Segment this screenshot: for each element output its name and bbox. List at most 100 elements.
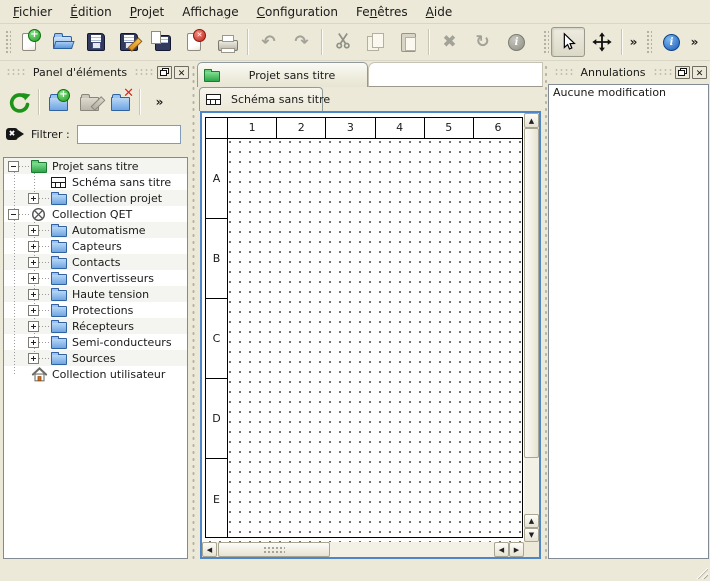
- tree-item-collection-qet[interactable]: Collection QET: [4, 206, 187, 222]
- save-button[interactable]: [79, 27, 112, 57]
- reload-collection-button[interactable]: [4, 87, 35, 118]
- rotate-button[interactable]: ↻: [466, 27, 499, 57]
- vertical-scrollbar[interactable]: ▲ ▲ ▼: [524, 113, 539, 542]
- edit-category-button[interactable]: [74, 87, 105, 118]
- save-all-button[interactable]: [145, 27, 178, 57]
- tree-item-contacts[interactable]: Contacts: [4, 254, 187, 270]
- diagram-canvas[interactable]: 123456 ABCDE: [202, 113, 524, 542]
- save-as-button[interactable]: [112, 27, 145, 57]
- delete-button[interactable]: ✖: [433, 27, 466, 57]
- scroll-left-button-2[interactable]: ◀: [494, 542, 509, 557]
- redo-button[interactable]: ↷: [285, 27, 318, 57]
- menu-edition[interactable]: Édition: [61, 2, 121, 22]
- menu-configuration[interactable]: Configuration: [248, 2, 347, 22]
- expand-expander-icon[interactable]: [28, 289, 39, 300]
- cut-button[interactable]: [326, 27, 359, 57]
- about-qet-button[interactable]: [654, 27, 687, 57]
- dock-float-button[interactable]: [157, 66, 172, 79]
- tree-item-sources[interactable]: Sources: [4, 350, 187, 366]
- expand-expander-icon[interactable]: [28, 321, 39, 332]
- copy-icon: [364, 31, 387, 53]
- dock-close-button[interactable]: [692, 66, 707, 79]
- horizontal-scrollbar[interactable]: ◀ ◀ ▶: [202, 542, 524, 557]
- expand-expander-icon[interactable]: [28, 353, 39, 364]
- status-bar: [0, 561, 710, 581]
- expand-expander-icon[interactable]: [28, 337, 39, 348]
- horizontal-scrollbar-thumb[interactable]: [218, 542, 330, 557]
- new-category-button[interactable]: [43, 87, 74, 118]
- element-info-icon: [504, 31, 527, 53]
- toolbar-extension-button[interactable]: »: [687, 28, 702, 56]
- tree-item-recepteurs[interactable]: Récepteurs: [4, 318, 187, 334]
- vertical-scrollbar-thumb[interactable]: [524, 128, 539, 458]
- paste-button[interactable]: [392, 27, 425, 57]
- undo-button[interactable]: ↶: [252, 27, 285, 57]
- toolbar-drag-handle[interactable]: [645, 29, 652, 55]
- tree-item-protections[interactable]: Protections: [4, 302, 187, 318]
- tree-item-automatisme[interactable]: Automatisme: [4, 222, 187, 238]
- toolbar-extension-button[interactable]: »: [626, 28, 641, 56]
- tab-schema[interactable]: Schéma sans titre: [199, 87, 323, 111]
- folder-icon: [51, 223, 69, 237]
- about-toolbar: »: [643, 27, 702, 57]
- folder-icon: [51, 239, 69, 253]
- left-arrow-icon: ◀: [207, 546, 212, 554]
- undo-icon: ↶: [257, 31, 280, 53]
- elements-panel-titlebar[interactable]: Panel d'éléments: [0, 62, 192, 82]
- new-document-icon: [18, 31, 41, 53]
- scroll-up-button[interactable]: ▲: [524, 113, 539, 128]
- toolbar-drag-handle[interactable]: [542, 29, 549, 55]
- tree-item-collection-projet[interactable]: Collection projet: [4, 190, 187, 206]
- tree-item-collection-utilisateur[interactable]: Collection utilisateur: [4, 366, 187, 382]
- expand-expander-icon[interactable]: [28, 225, 39, 236]
- menu-fenetres[interactable]: Fenêtres: [347, 2, 417, 22]
- menu-affichage[interactable]: Affichage: [173, 2, 247, 22]
- scroll-up-button-2[interactable]: ▲: [524, 514, 539, 528]
- undo-panel-titlebar[interactable]: Annulations: [548, 62, 710, 82]
- scroll-left-button[interactable]: ◀: [202, 542, 217, 557]
- scroll-right-button[interactable]: ▶: [509, 542, 524, 557]
- scroll-mode-button[interactable]: [585, 27, 618, 57]
- left-splitter-handle[interactable]: [191, 62, 196, 560]
- copy-button[interactable]: [359, 27, 392, 57]
- folder-icon: [51, 287, 69, 301]
- element-info-button[interactable]: [499, 27, 532, 57]
- row-letter: B: [213, 252, 221, 265]
- tab-project[interactable]: Projet sans titre: [197, 62, 368, 87]
- toolbar-drag-handle[interactable]: [4, 29, 11, 55]
- open-project-button[interactable]: [46, 27, 79, 57]
- expand-expander-icon[interactable]: [28, 193, 39, 204]
- tree-item-schema-sans-titre[interactable]: Schéma sans titre: [4, 174, 187, 190]
- toolbar-extension-button[interactable]: »: [152, 88, 167, 116]
- dock-float-button[interactable]: [675, 66, 690, 79]
- column-header-6: 6: [474, 118, 522, 138]
- delete-category-button[interactable]: [105, 87, 136, 118]
- resize-grip[interactable]: [695, 566, 708, 579]
- menu-aide[interactable]: Aide: [417, 2, 462, 22]
- collapse-expander-icon[interactable]: [8, 209, 19, 220]
- expand-expander-icon[interactable]: [28, 305, 39, 316]
- float-icon: [160, 68, 169, 76]
- filter-input[interactable]: [77, 125, 181, 144]
- tree-item-projet-sans-titre[interactable]: Projet sans titre: [4, 158, 187, 174]
- tree-item-haute-tension[interactable]: Haute tension: [4, 286, 187, 302]
- select-mode-button[interactable]: [551, 27, 585, 57]
- tree-item-semi-conducteurs[interactable]: Semi-conducteurs: [4, 334, 187, 350]
- close-document-button[interactable]: [178, 27, 211, 57]
- scroll-down-button[interactable]: ▼: [524, 528, 539, 542]
- expand-expander-icon[interactable]: [28, 273, 39, 284]
- expand-expander-icon[interactable]: [28, 257, 39, 268]
- new-document-button[interactable]: [13, 27, 46, 57]
- collapse-expander-icon[interactable]: [8, 161, 19, 172]
- expand-expander-icon[interactable]: [28, 241, 39, 252]
- tree-item-capteurs[interactable]: Capteurs: [4, 238, 187, 254]
- menu-fichier[interactable]: Fichier: [4, 2, 61, 22]
- undo-list-item[interactable]: Aucune modification: [549, 85, 708, 101]
- tree-item-convertisseurs[interactable]: Convertisseurs: [4, 270, 187, 286]
- open-project-icon: [51, 31, 74, 53]
- print-button[interactable]: [211, 27, 244, 57]
- dock-close-button[interactable]: [174, 66, 189, 79]
- menu-projet[interactable]: Projet: [121, 2, 173, 22]
- scrollbar-corner: [524, 542, 539, 557]
- clear-filter-icon[interactable]: [6, 128, 24, 141]
